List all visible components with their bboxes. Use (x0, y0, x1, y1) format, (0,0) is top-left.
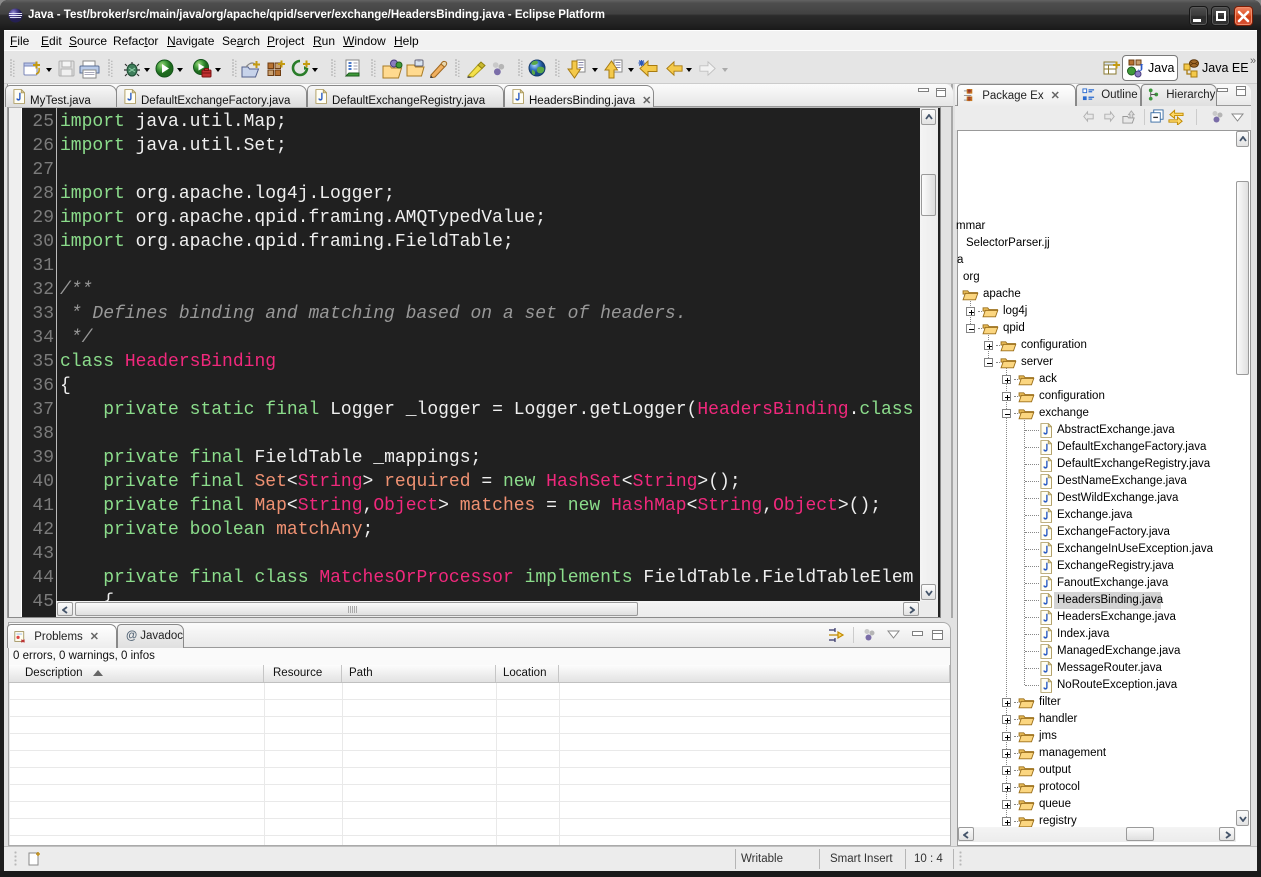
svg-text:J: J (1138, 62, 1144, 74)
